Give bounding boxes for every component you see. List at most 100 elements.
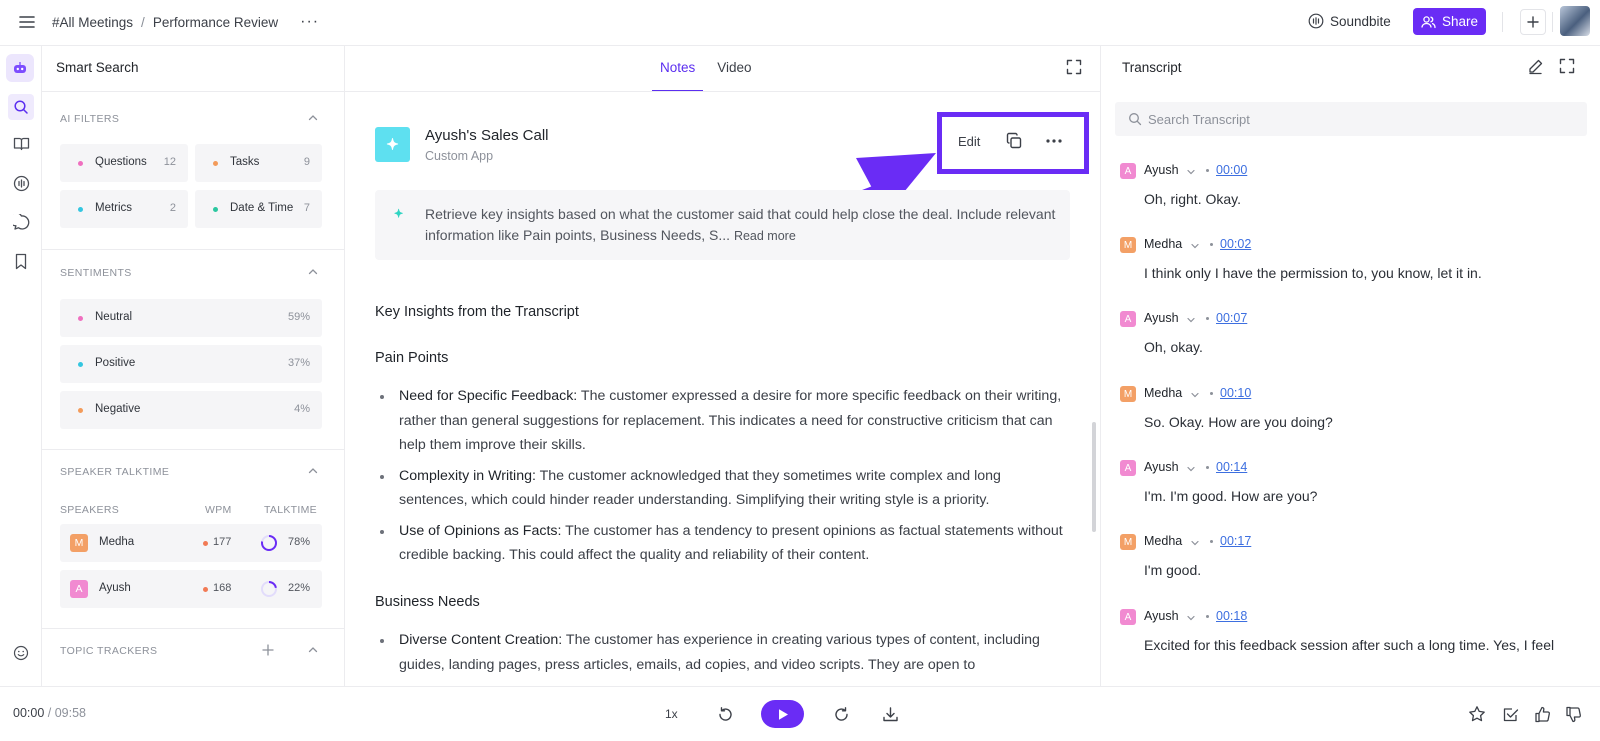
thumbs-down-icon[interactable] — [1563, 704, 1583, 724]
chip-label: Questions — [95, 156, 147, 168]
task-check-icon[interactable] — [1500, 704, 1520, 724]
search-icon[interactable] — [8, 94, 34, 120]
star-icon[interactable] — [1467, 704, 1487, 724]
pencil-icon[interactable] — [1527, 58, 1544, 75]
speaker-name[interactable]: Ayush — [1144, 609, 1179, 623]
filter-chip-questions[interactable]: Questions 12 — [60, 144, 188, 182]
filter-chip-date-time[interactable]: Date & Time 7 — [195, 190, 322, 228]
chat-icon[interactable] — [11, 212, 31, 232]
sentiment-row-positive[interactable]: Positive 37% — [60, 345, 322, 383]
chevron-up-icon[interactable] — [307, 266, 319, 278]
speaker-talktime-heading: SPEAKER TALKTIME — [60, 466, 170, 478]
chevron-down-icon[interactable] — [1190, 241, 1200, 251]
chevron-up-icon[interactable] — [307, 644, 319, 656]
play-button[interactable] — [761, 700, 804, 728]
avatar: A — [70, 580, 88, 598]
sentiment-row-negative[interactable]: Negative 4% — [60, 391, 322, 429]
chevron-up-icon[interactable] — [307, 112, 319, 124]
user-avatar[interactable] — [1560, 6, 1590, 36]
forward-icon[interactable] — [831, 704, 851, 724]
add-button[interactable] — [1520, 9, 1546, 35]
timestamp-link[interactable]: 00:18 — [1216, 609, 1247, 623]
expand-icon[interactable] — [1066, 59, 1082, 75]
status-dot — [203, 587, 208, 592]
status-dot — [213, 207, 218, 212]
section-heading: Business Needs — [375, 594, 480, 610]
separator-dot — [1210, 243, 1213, 246]
download-icon[interactable] — [880, 704, 900, 724]
status-dot — [203, 541, 208, 546]
read-more-link[interactable]: Read more — [734, 229, 796, 243]
plus-icon[interactable] — [262, 644, 274, 656]
playback-speed-button[interactable]: 1x — [665, 707, 678, 721]
chevron-down-icon[interactable] — [1186, 613, 1196, 623]
panel-title: Smart Search — [56, 60, 139, 75]
chevron-down-icon[interactable] — [1186, 315, 1196, 325]
bookmark-icon[interactable] — [11, 251, 31, 271]
book-icon[interactable] — [11, 134, 31, 154]
list-item: Need for Specific Feedback: The customer… — [375, 384, 1065, 458]
speaker-row-medha[interactable]: M Medha 177 78% — [60, 524, 322, 562]
sentiment-percent: 37% — [287, 357, 310, 369]
chevron-up-icon[interactable] — [307, 465, 319, 477]
filter-chip-tasks[interactable]: Tasks 9 — [195, 144, 322, 182]
timestamp-link[interactable]: 00:02 — [1220, 237, 1251, 251]
left-rail — [0, 46, 42, 686]
separator-dot — [1206, 615, 1209, 618]
divider — [42, 449, 344, 450]
separator-dot — [1206, 169, 1209, 172]
speaker-name[interactable]: Medha — [1144, 534, 1182, 548]
utterance-text: Excited for this feedback session after … — [1144, 637, 1555, 653]
pain-points-list: Need for Specific Feedback: The customer… — [375, 384, 1065, 574]
speaker-talktime: 22% — [287, 582, 310, 594]
timestamp-link[interactable]: 00:00 — [1216, 163, 1247, 177]
time-separator: / — [44, 706, 55, 720]
chevron-down-icon[interactable] — [1190, 390, 1200, 400]
search-input[interactable] — [1148, 102, 1568, 136]
tab-notes[interactable]: Notes — [651, 60, 704, 92]
filter-chip-metrics[interactable]: Metrics 2 — [60, 190, 188, 228]
thumbs-up-icon[interactable] — [1532, 704, 1552, 724]
speaker-name[interactable]: Ayush — [1144, 460, 1179, 474]
edit-button[interactable]: Edit — [958, 134, 980, 149]
sentiments-heading: SENTIMENTS — [60, 267, 132, 279]
speaker-name[interactable]: Medha — [1144, 386, 1182, 400]
menu-icon[interactable] — [18, 13, 36, 31]
more-options-icon[interactable]: ··· — [300, 13, 319, 31]
copy-icon[interactable] — [1005, 132, 1023, 150]
breadcrumb-all-meetings[interactable]: #All Meetings — [52, 15, 133, 30]
speaker-name[interactable]: Medha — [1144, 237, 1182, 251]
status-dot — [78, 161, 83, 166]
avatar: A — [1120, 311, 1136, 327]
sparkle-icon — [375, 127, 410, 162]
timestamp-link[interactable]: 00:14 — [1216, 460, 1247, 474]
soundwave-icon[interactable] — [11, 173, 31, 193]
sentiment-row-neutral[interactable]: Neutral 59% — [60, 299, 322, 337]
divider — [42, 91, 344, 92]
chevron-down-icon[interactable] — [1186, 167, 1196, 177]
soundbite-button[interactable]: Soundbite — [1308, 13, 1391, 29]
utterance-text: I think only I have the permission to, y… — [1144, 265, 1482, 281]
breadcrumb-current-page[interactable]: Performance Review — [153, 15, 278, 30]
timestamp-link[interactable]: 00:10 — [1220, 386, 1251, 400]
chevron-down-icon[interactable] — [1190, 538, 1200, 548]
scrollbar[interactable] — [1092, 422, 1096, 532]
chevron-down-icon[interactable] — [1186, 464, 1196, 474]
bot-icon[interactable] — [6, 54, 34, 82]
users-icon — [1421, 15, 1436, 29]
sentiment-percent: 59% — [287, 311, 310, 323]
speaker-name[interactable]: Ayush — [1144, 163, 1179, 177]
smiley-icon[interactable] — [11, 643, 31, 663]
time-display: 00:00 / 09:58 — [13, 706, 86, 720]
timestamp-link[interactable]: 00:07 — [1216, 311, 1247, 325]
timestamp-link[interactable]: 00:17 — [1220, 534, 1251, 548]
rewind-icon[interactable] — [715, 704, 735, 724]
speaker-row-ayush[interactable]: A Ayush 168 22% — [60, 570, 322, 608]
soundbite-label: Soundbite — [1330, 13, 1391, 29]
share-button[interactable]: Share — [1413, 8, 1486, 35]
speaker-name[interactable]: Ayush — [1144, 311, 1179, 325]
more-options-icon[interactable] — [1044, 132, 1064, 150]
expand-icon[interactable] — [1559, 58, 1576, 75]
speaker-name: Ayush — [99, 582, 131, 594]
tab-video[interactable]: Video — [717, 60, 751, 75]
